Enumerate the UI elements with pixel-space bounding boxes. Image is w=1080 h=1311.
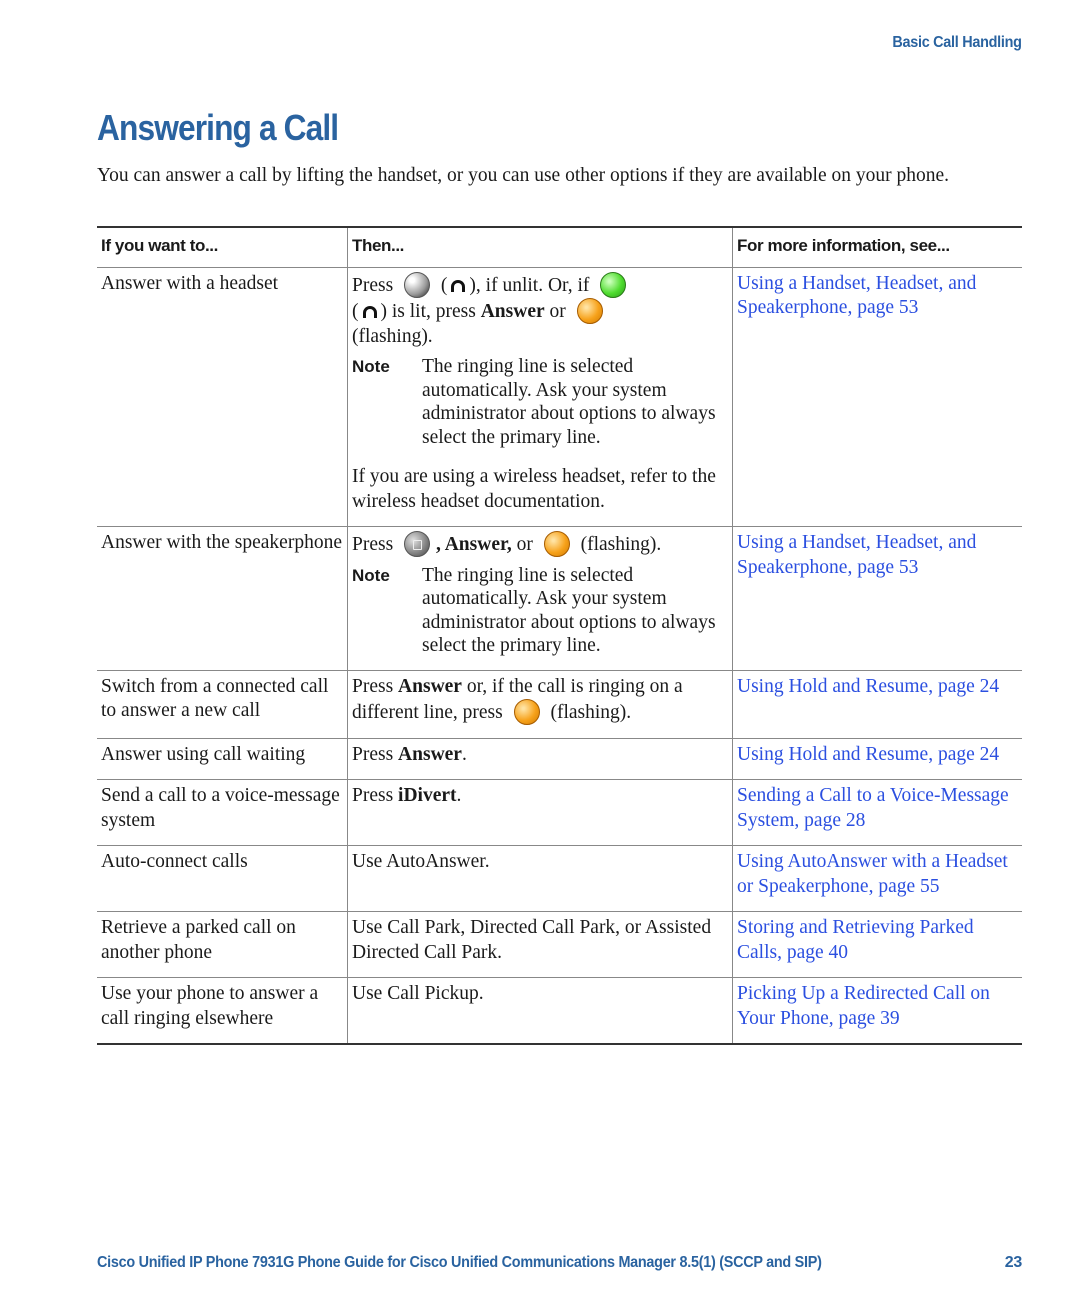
flashing-text: (flashing).	[550, 702, 632, 723]
see-cell: Using AutoAnswer with a Headset or Speak…	[732, 845, 1022, 912]
see-cell: Sending a Call to a Voice-Message System…	[732, 779, 1022, 846]
see-cell: Picking Up a Redirected Call on Your Pho…	[732, 977, 1022, 1045]
want-cell: Use your phone to answer a call ringing …	[97, 977, 348, 1045]
table-row: Use your phone to answer a call ringing …	[97, 977, 1022, 1045]
page-number: 23	[1004, 1254, 1023, 1271]
table-row: Answer with a headset Press (), if unlit…	[97, 267, 1022, 527]
table-row: Retrieve a parked call on another phone …	[97, 911, 1022, 978]
intro-paragraph: You can answer a call by lifting the han…	[97, 165, 949, 186]
answer-softkey-label: Answer	[398, 675, 462, 697]
table-row: Answer using call waiting Press Answer. …	[97, 738, 1022, 780]
then-cell: Press (), if unlit. Or, if () is lit, pr…	[347, 267, 733, 527]
speaker-button-icon	[404, 531, 431, 557]
period-text: .	[456, 785, 462, 806]
want-cell: Switch from a connected call to answer a…	[97, 670, 348, 739]
then-cell: Press Answer or, if the call is ringing …	[347, 670, 733, 739]
want-cell: Retrieve a parked call on another phone	[97, 911, 348, 978]
table-row: Answer with the speakerphone Press , Ans…	[97, 526, 1022, 671]
column-header-want: If you want to...	[97, 226, 348, 268]
want-cell: Answer with a headset	[97, 267, 348, 527]
table-header-row: If you want to... Then... For more infor…	[97, 226, 1022, 268]
or-text: or	[516, 534, 533, 555]
then-cell: Use Call Pickup.	[347, 977, 733, 1045]
page-title: Answering a Call	[97, 107, 339, 148]
reference-link[interactable]: Using AutoAnswer with a Headset or Speak…	[737, 851, 1008, 897]
answer-softkey-label: Answer	[398, 743, 462, 765]
orange-line-button-icon	[543, 531, 570, 557]
headset-icon	[451, 279, 466, 292]
see-cell: Storing and Retrieving Parked Calls, pag…	[732, 911, 1022, 978]
flashing-text: (flashing).	[352, 325, 433, 347]
wireless-headset-text: If you are using a wireless headset, ref…	[352, 466, 716, 512]
flashing-text: (flashing).	[580, 534, 662, 555]
then-cell: Press Answer.	[347, 738, 733, 780]
headset-button-icon	[404, 271, 431, 298]
orange-line-button-icon	[513, 699, 540, 725]
reference-link[interactable]: Sending a Call to a Voice-Message System…	[737, 785, 1009, 831]
reference-link[interactable]: Using Hold and Resume, page 24	[737, 744, 999, 765]
note: Note The ringing line is selected automa…	[352, 355, 728, 449]
want-cell: Auto-connect calls	[97, 845, 348, 912]
see-cell: Using a Handset, Headset, and Speakerpho…	[732, 267, 1022, 527]
footer-title: Cisco Unified IP Phone 7931G Phone Guide…	[97, 1254, 822, 1271]
footer: Cisco Unified IP Phone 7931G Phone Guide…	[97, 1254, 1022, 1272]
then-cell: Press , Answer, or (flashing). Note The …	[347, 526, 733, 671]
reference-link[interactable]: Picking Up a Redirected Call on Your Pho…	[737, 983, 990, 1029]
table-row: Auto-connect calls Use AutoAnswer. Using…	[97, 845, 1022, 912]
note-text: The ringing line is selected automatical…	[422, 564, 716, 657]
see-cell: Using Hold and Resume, page 24	[732, 670, 1022, 739]
column-header-see: For more information, see...	[732, 226, 1022, 268]
then-cell: Use Call Park, Directed Call Park, or As…	[347, 911, 733, 978]
reference-link[interactable]: Using a Handset, Headset, and Speakerpho…	[737, 532, 976, 578]
table-row: Switch from a connected call to answer a…	[97, 670, 1022, 739]
column-header-then: Then...	[347, 226, 733, 268]
green-line-button-icon	[600, 271, 627, 298]
press-text: Press	[352, 743, 394, 765]
table-row: Send a call to a voice-message system Pr…	[97, 779, 1022, 846]
period-text: .	[461, 743, 467, 765]
orange-line-button-icon	[576, 298, 603, 324]
press-text: Press	[352, 675, 394, 697]
reference-link[interactable]: Using Hold and Resume, page 24	[737, 676, 999, 697]
want-cell: Answer using call waiting	[97, 738, 348, 780]
see-cell: Using a Handset, Headset, and Speakerpho…	[732, 526, 1022, 671]
note: Note The ringing line is selected automa…	[352, 564, 728, 658]
then-text: ) is lit, press	[380, 301, 476, 322]
then-cell: Use AutoAnswer.	[347, 845, 733, 912]
press-text: Press	[352, 274, 394, 296]
then-cell: Press iDivert.	[347, 779, 733, 846]
headset-icon	[362, 306, 377, 318]
answer-options-table: If you want to... Then... For more infor…	[97, 226, 1022, 1045]
note-label: Note	[352, 357, 390, 376]
see-cell: Using Hold and Resume, page 24	[732, 738, 1022, 780]
reference-link[interactable]: Storing and Retrieving Parked Calls, pag…	[737, 917, 974, 963]
answer-softkey-label: , Answer,	[436, 534, 512, 555]
or-text: or	[549, 301, 566, 322]
then-text: ), if unlit. Or, if	[469, 274, 590, 296]
press-text: Press	[352, 785, 394, 806]
reference-link[interactable]: Using a Handset, Headset, and Speakerpho…	[737, 273, 976, 319]
note-label: Note	[352, 565, 390, 585]
note-text: The ringing line is selected automatical…	[422, 356, 716, 448]
answer-softkey-label: Answer	[480, 301, 545, 322]
idivert-softkey-label: iDivert	[398, 785, 457, 806]
press-text: Press	[352, 534, 394, 555]
section-header: Basic Call Handling	[892, 34, 1023, 51]
want-cell: Send a call to a voice-message system	[97, 779, 348, 846]
want-cell: Answer with the speakerphone	[97, 526, 348, 671]
